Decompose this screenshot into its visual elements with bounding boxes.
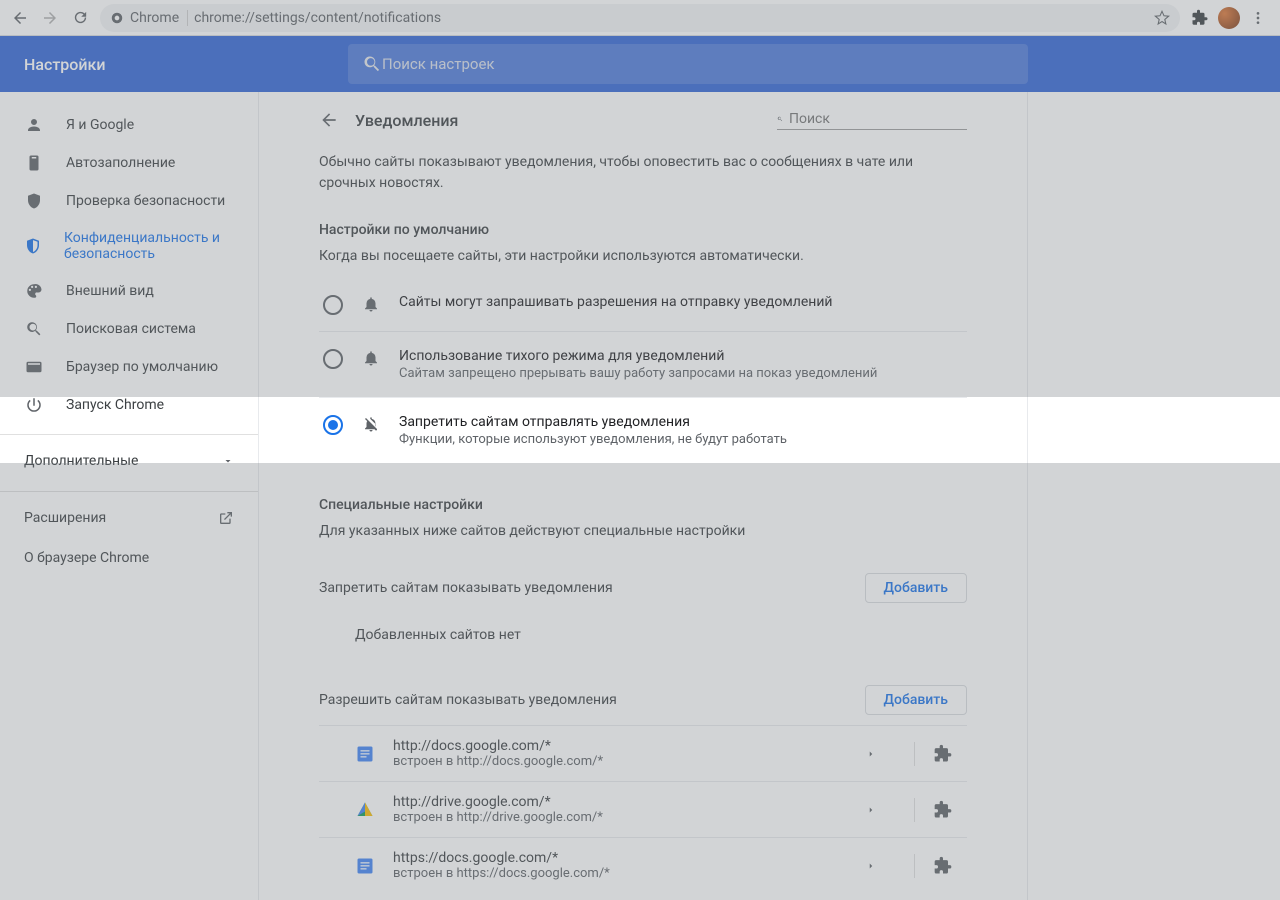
sidebar-about[interactable]: О браузере Chrome [0, 538, 258, 578]
content-search-input[interactable] [789, 111, 967, 127]
menu-icon[interactable] [1244, 4, 1272, 32]
sidebar-advanced-toggle[interactable]: Дополнительные [0, 441, 258, 481]
extension-icon[interactable] [933, 744, 963, 764]
sidebar-item-on-startup[interactable]: Запуск Chrome [0, 386, 258, 424]
sidebar-item-default-browser[interactable]: Браузер по умолчанию [0, 348, 258, 386]
forward-button[interactable] [36, 4, 64, 32]
option-label: Запретить сайтам отправлять уведомления [399, 414, 787, 430]
site-favicon [355, 800, 375, 820]
sidebar-advanced-label: Дополнительные [24, 453, 138, 469]
bell-icon [361, 295, 381, 313]
settings-search-input[interactable] [382, 55, 1014, 73]
site-favicon [355, 856, 375, 876]
shield-icon [24, 237, 42, 255]
content-title: Уведомления [355, 111, 761, 130]
sidebar-extensions-label: Расширения [24, 510, 106, 526]
back-arrow-icon[interactable] [319, 110, 339, 130]
option-sub: Сайтам запрещено прерывать вашу работу з… [399, 366, 877, 381]
sidebar-item-search-engine[interactable]: Поисковая система [0, 310, 258, 348]
sidebar-item-label: Браузер по умолчанию [66, 359, 218, 375]
radio-icon[interactable] [323, 415, 343, 435]
sidebar-item-label: Конфиденциальность и безопасность [64, 230, 258, 262]
sidebar-item-label: Внешний вид [66, 283, 154, 299]
sidebar-about-label: О браузере Chrome [24, 550, 149, 566]
default-section-sub: Когда вы посещаете сайты, эти настройки … [319, 248, 967, 264]
search-icon [777, 111, 783, 127]
sidebar-item-privacy[interactable]: Конфиденциальность и безопасность [0, 220, 258, 272]
add-allow-button[interactable]: Добавить [865, 685, 967, 715]
sidebar-item-autofill[interactable]: Автозаполнение [0, 144, 258, 182]
settings-header: Настройки [0, 36, 1280, 92]
main-pane: Уведомления Обычно сайты показывают увед… [258, 92, 1028, 900]
sidebar-item-safety-check[interactable]: Проверка безопасности [0, 182, 258, 220]
chevron-right-icon[interactable] [866, 861, 896, 871]
site-row[interactable]: http://docs.google.com/*встроен в http:/… [319, 725, 967, 781]
search-icon [24, 320, 44, 338]
sidebar: Я и Google Автозаполнение Проверка безоп… [0, 92, 258, 900]
radio-icon[interactable] [323, 349, 343, 369]
browser-toolbar: Chrome chrome://settings/content/notific… [0, 0, 1280, 36]
custom-section-title: Специальные настройки [319, 497, 967, 513]
sidebar-item-appearance[interactable]: Внешний вид [0, 272, 258, 310]
option-sub: Функции, которые используют уведомления,… [399, 432, 787, 447]
browser-icon [24, 358, 44, 376]
extension-icon[interactable] [933, 800, 963, 820]
clipboard-icon [24, 154, 44, 172]
omnibox-prefix: Chrome [130, 10, 179, 26]
add-block-button[interactable]: Добавить [865, 573, 967, 603]
reload-button[interactable] [66, 4, 94, 32]
omnibox[interactable]: Chrome chrome://settings/content/notific… [100, 4, 1180, 32]
sidebar-item-label: Я и Google [66, 117, 134, 133]
content-search[interactable] [777, 111, 967, 130]
site-favicon [355, 744, 375, 764]
sidebar-item-label: Запуск Chrome [66, 397, 164, 413]
power-icon [24, 396, 44, 414]
allow-list-title: Разрешить сайтам показывать уведомления [319, 692, 617, 708]
site-row[interactable]: http://drive.google.com/*встроен в http:… [319, 781, 967, 837]
settings-search[interactable] [348, 44, 1028, 84]
default-section-title: Настройки по умолчанию [319, 222, 967, 238]
radio-icon[interactable] [323, 295, 343, 315]
extension-icon[interactable] [933, 856, 963, 876]
bell-off-icon [361, 415, 381, 433]
content-description: Обычно сайты показывают уведомления, что… [319, 152, 967, 194]
back-button[interactable] [6, 4, 34, 32]
sidebar-item-label: Поисковая система [66, 321, 196, 337]
shield-check-icon [24, 192, 44, 210]
site-row[interactable]: https://docs.google.com/*встроен в https… [319, 837, 967, 893]
open-in-new-icon [218, 510, 234, 526]
chevron-down-icon [222, 455, 234, 467]
extensions-icon[interactable] [1186, 4, 1214, 32]
omnibox-url: chrome://settings/content/notifications [194, 10, 441, 26]
chrome-page-icon [110, 11, 124, 25]
option-label: Использование тихого режима для уведомле… [399, 348, 877, 364]
chevron-right-icon[interactable] [866, 749, 896, 759]
sidebar-extensions[interactable]: Расширения [0, 498, 258, 538]
toolbar-actions [1186, 4, 1274, 32]
option-ask[interactable]: Сайты могут запрашивать разрешения на от… [319, 278, 967, 331]
custom-section-sub: Для указанных ниже сайтов действуют спец… [319, 523, 967, 539]
block-list-empty: Добавленных сайтов нет [319, 609, 967, 651]
chevron-right-icon[interactable] [866, 805, 896, 815]
option-quiet[interactable]: Использование тихого режима для уведомле… [319, 331, 967, 397]
palette-icon [24, 282, 44, 300]
site-text: https://docs.google.com/*встроен в https… [393, 850, 848, 881]
block-list-title: Запретить сайтам показывать уведомления [319, 580, 613, 596]
omnibox-origin-chip: Chrome [110, 10, 188, 26]
person-icon [24, 116, 44, 134]
site-text: http://drive.google.com/*встроен в http:… [393, 794, 848, 825]
option-label: Сайты могут запрашивать разрешения на от… [399, 294, 832, 310]
page-title: Настройки [0, 55, 348, 74]
default-behavior-radiogroup: Сайты могут запрашивать разрешения на от… [319, 278, 967, 463]
sidebar-item-label: Автозаполнение [66, 155, 175, 171]
search-icon [362, 54, 382, 74]
bell-icon [361, 349, 381, 367]
sidebar-item-label: Проверка безопасности [66, 193, 225, 209]
site-text: http://docs.google.com/*встроен в http:/… [393, 738, 848, 769]
bookmark-star-icon[interactable] [1154, 10, 1170, 26]
option-block[interactable]: Запретить сайтам отправлять уведомления Ф… [319, 397, 967, 463]
avatar[interactable] [1218, 7, 1240, 29]
sidebar-item-you-and-google[interactable]: Я и Google [0, 106, 258, 144]
